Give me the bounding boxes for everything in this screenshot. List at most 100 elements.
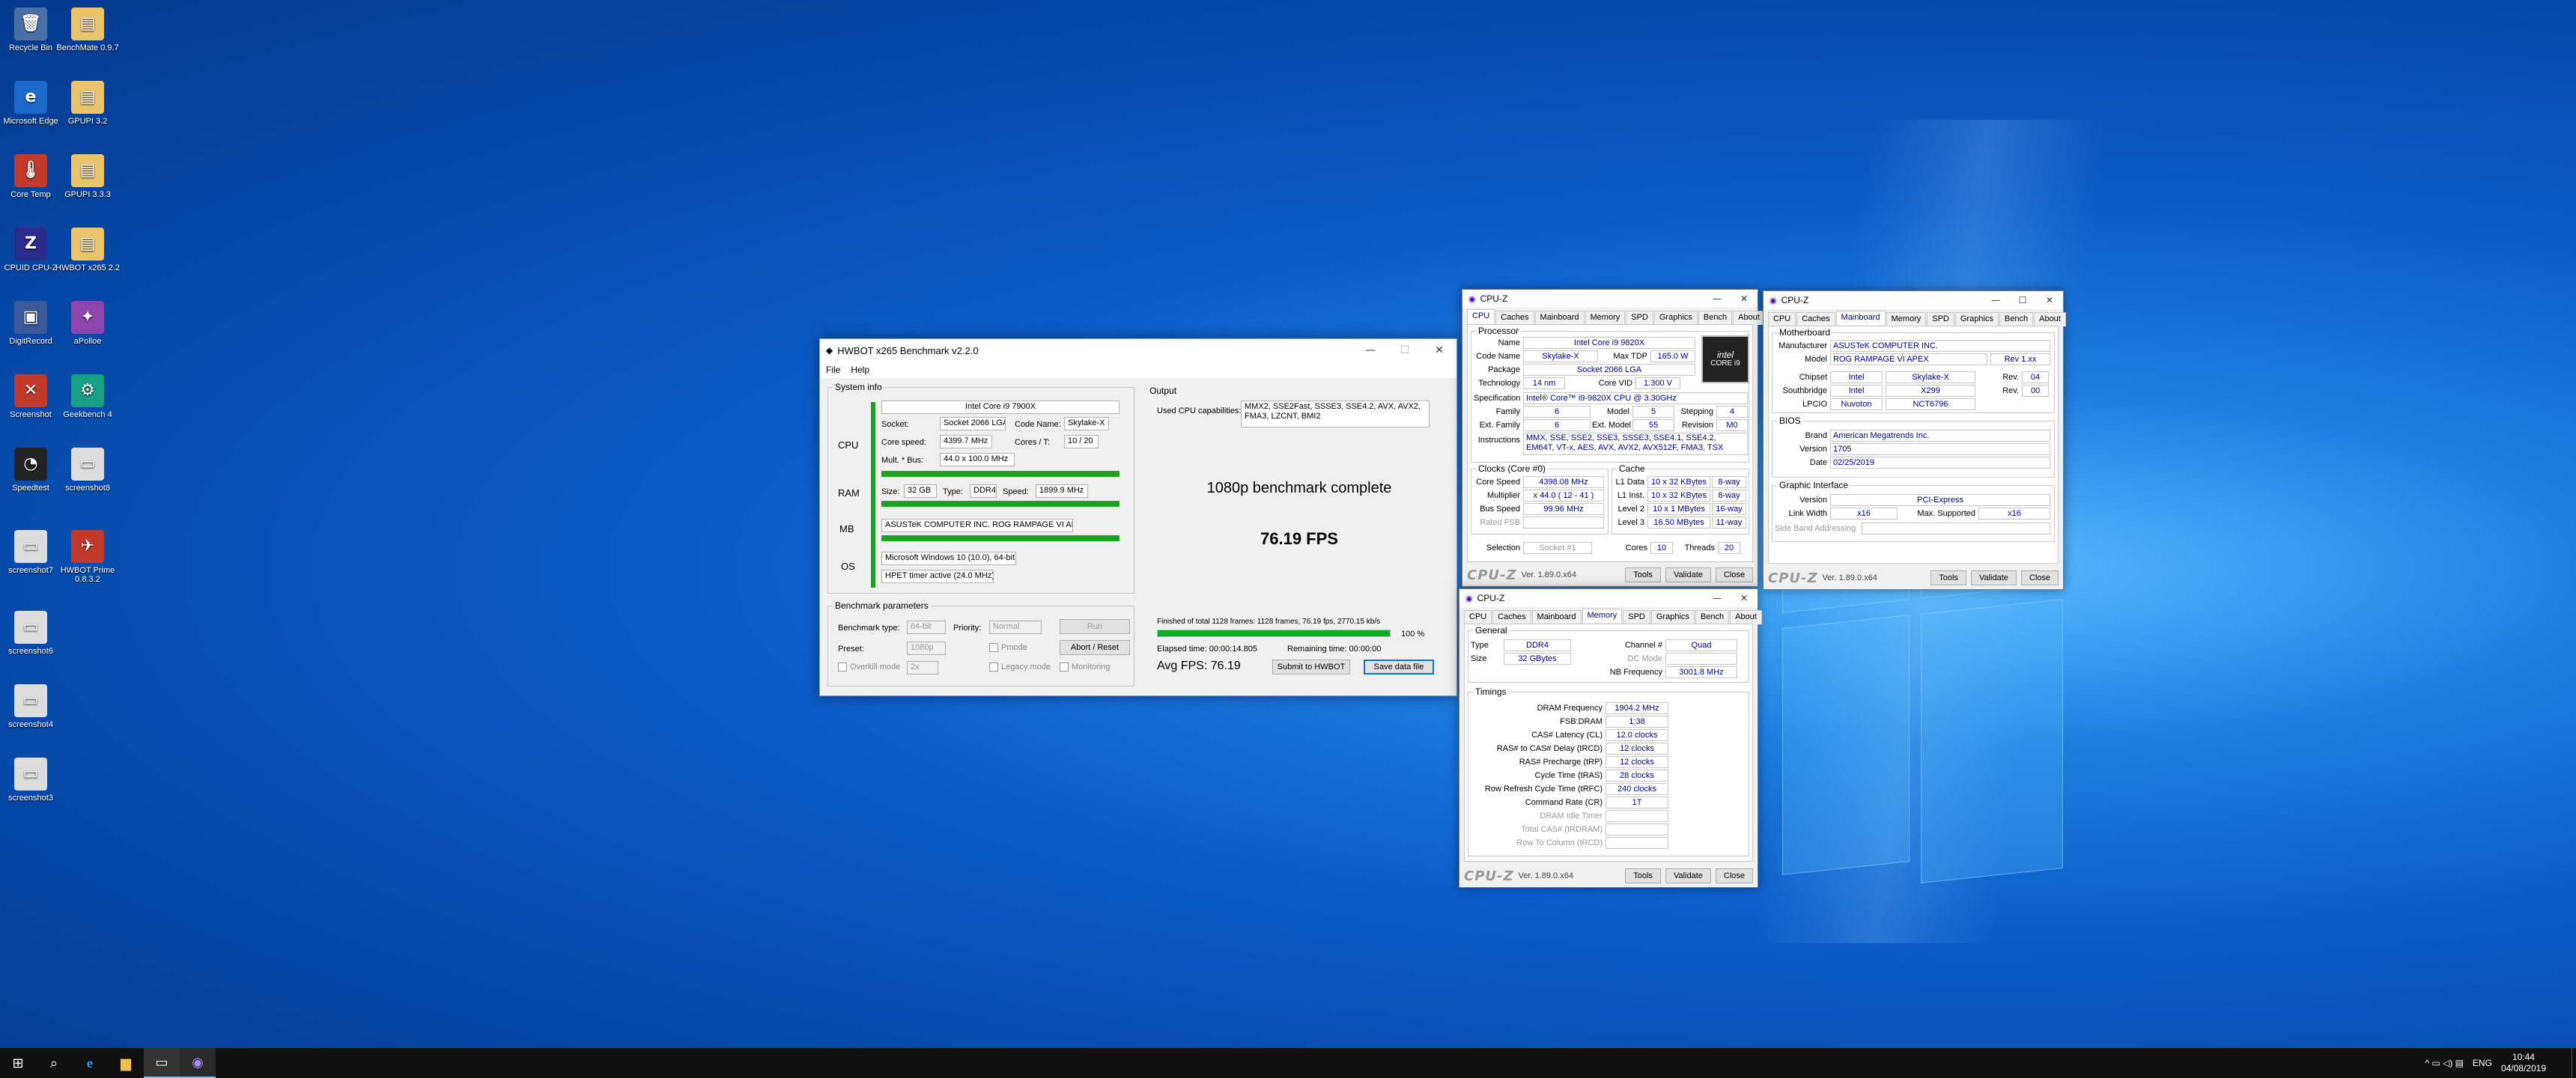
tab-about[interactable]: About bbox=[1730, 610, 1762, 624]
abort-reset-button[interactable]: Abort / Reset bbox=[1060, 640, 1130, 655]
tab-cpu[interactable]: CPU bbox=[1467, 309, 1495, 323]
desktop-icon[interactable]: ✦ aPolloe bbox=[54, 301, 121, 346]
maximize-button[interactable]: ☐ bbox=[1388, 339, 1422, 362]
l1i-label: L1 Inst. bbox=[1617, 491, 1644, 500]
tab-spd[interactable]: SPD bbox=[1623, 610, 1650, 624]
tab-caches[interactable]: Caches bbox=[1492, 610, 1531, 624]
close-button[interactable]: ✕ bbox=[2036, 291, 2063, 309]
submit-hwbot-button[interactable]: Submit to HWBOT bbox=[1272, 660, 1350, 674]
cpuz-cpu-window: ◉ CPU-Z — ✕ CPU Caches Mainboard Memory … bbox=[1462, 289, 1765, 587]
desktop-icon[interactable]: ▤ GPUPI 3.3.3 bbox=[54, 154, 121, 199]
minimize-button[interactable]: — bbox=[1353, 339, 1388, 362]
tab-memory[interactable]: Memory bbox=[1582, 609, 1623, 623]
legacy-checkbox[interactable]: Legacy mode bbox=[989, 663, 1051, 672]
tools-button[interactable]: Tools bbox=[1625, 868, 1661, 883]
tools-button[interactable]: Tools bbox=[1931, 570, 1966, 585]
close-button[interactable]: Close bbox=[2020, 570, 2059, 585]
cpuz-taskbar-icon[interactable]: ◉ bbox=[180, 1048, 216, 1078]
manu-label: Manufacturer bbox=[1778, 341, 1827, 350]
minimize-button[interactable]: — bbox=[1704, 290, 1731, 308]
tab-spd[interactable]: SPD bbox=[1927, 312, 1954, 326]
search-icon[interactable]: ⌕ bbox=[36, 1048, 72, 1078]
tab-mainboard[interactable]: Mainboard bbox=[1835, 311, 1886, 325]
tab-cpu[interactable]: CPU bbox=[1464, 610, 1492, 624]
close-button[interactable]: Close bbox=[1715, 868, 1753, 883]
close-button[interactable]: ✕ bbox=[1731, 589, 1758, 607]
tab-graphics[interactable]: Graphics bbox=[1653, 311, 1698, 325]
tab-caches[interactable]: Caches bbox=[1796, 312, 1835, 326]
priority-select[interactable]: Normal bbox=[989, 621, 1042, 634]
overkill-select[interactable]: 2x bbox=[907, 661, 938, 674]
preset-select[interactable]: 1080p bbox=[907, 642, 946, 655]
selection-select[interactable]: Socket #1 bbox=[1523, 542, 1592, 554]
minimize-button[interactable]: — bbox=[1704, 589, 1731, 607]
desktop-icon[interactable]: ▤ HWBOT x265 2.2 bbox=[54, 228, 121, 272]
l1i-way: 8-way bbox=[1712, 490, 1746, 502]
tab-mainboard[interactable]: Mainboard bbox=[1534, 311, 1585, 325]
tab-memory[interactable]: Memory bbox=[1886, 312, 1927, 326]
desktop-icon[interactable]: ▤ BenchMate 0.9.7 bbox=[54, 7, 121, 52]
monitoring-checkbox[interactable]: Monitoring bbox=[1060, 663, 1110, 672]
tab-cpu[interactable]: CPU bbox=[1768, 312, 1796, 326]
monitoring-label: Monitoring bbox=[1072, 663, 1111, 672]
name-label: Name bbox=[1498, 338, 1520, 347]
tab-bench[interactable]: Bench bbox=[1999, 312, 2034, 326]
cpuz-titlebar[interactable]: ◉ CPU-Z — ✕ bbox=[1459, 589, 1758, 607]
edge-icon[interactable]: e bbox=[72, 1048, 108, 1078]
checkbox-box bbox=[989, 643, 998, 652]
tab-bench[interactable]: Bench bbox=[1695, 610, 1730, 624]
tab-mainboard[interactable]: Mainboard bbox=[1531, 610, 1582, 624]
desktop-icon-image: ✕ bbox=[14, 374, 47, 407]
desktop-icon[interactable]: ▭ screenshot8 bbox=[54, 448, 121, 493]
system-info-label: System info bbox=[833, 382, 884, 392]
timing-label: CAS# Latency (CL) bbox=[1531, 731, 1603, 740]
desktop-icon[interactable]: ▭ screenshot4 bbox=[0, 684, 64, 729]
tdp-value: 165.0 W bbox=[1650, 350, 1695, 362]
type-label: Type bbox=[1471, 641, 1489, 650]
desktop-icon-label: screenshot8 bbox=[65, 484, 110, 493]
validate-button[interactable]: Validate bbox=[1665, 868, 1711, 883]
hwbot-titlebar[interactable]: ◆ HWBOT x265 Benchmark v2.2.0 — ☐ ✕ bbox=[820, 339, 1456, 362]
desktop-icon[interactable]: ✈ HWBOT Prime 0.8.3.2 bbox=[54, 530, 121, 584]
tab-caches[interactable]: Caches bbox=[1495, 311, 1534, 325]
start-button[interactable]: ⊞ bbox=[0, 1048, 36, 1078]
tab-graphics[interactable]: Graphics bbox=[1650, 610, 1695, 624]
desktop-icon[interactable]: ▤ GPUPI 3.2 bbox=[54, 81, 121, 126]
hwbot-taskbar-icon[interactable]: ▭ bbox=[144, 1048, 180, 1078]
tab-about[interactable]: About bbox=[1733, 311, 1765, 325]
tools-button[interactable]: Tools bbox=[1625, 567, 1661, 582]
cpuz-titlebar[interactable]: ◉ CPU-Z — ✕ bbox=[1462, 290, 1758, 308]
tray-icons[interactable]: ^ ▭ ◁) ▤ bbox=[2425, 1058, 2464, 1068]
bench-type-select[interactable]: 64-bit bbox=[907, 621, 946, 634]
show-desktop-button[interactable] bbox=[2572, 1048, 2576, 1078]
pmode-checkbox[interactable]: Pmode bbox=[989, 643, 1027, 652]
close-button[interactable]: ✕ bbox=[1731, 290, 1758, 308]
menu-help[interactable]: Help bbox=[851, 365, 869, 375]
run-button[interactable]: Run bbox=[1060, 619, 1130, 634]
revision-value: M0 bbox=[1716, 419, 1748, 431]
validate-button[interactable]: Validate bbox=[1665, 567, 1711, 582]
validate-button[interactable]: Validate bbox=[1970, 570, 2017, 585]
desktop-icon[interactable]: ▭ screenshot3 bbox=[0, 758, 64, 803]
menu-file[interactable]: File bbox=[826, 365, 840, 375]
cpuz-titlebar[interactable]: ◉ CPU-Z — ☐ ✕ bbox=[1764, 291, 2063, 309]
desktop-icon[interactable]: ▭ screenshot6 bbox=[0, 611, 64, 656]
dc-mode-label: DC Mode bbox=[1627, 654, 1662, 663]
cpuz-icon: ◉ bbox=[1468, 294, 1476, 304]
timing-value bbox=[1606, 837, 1668, 849]
tab-graphics[interactable]: Graphics bbox=[1954, 312, 1999, 326]
language-indicator[interactable]: ENG bbox=[2473, 1058, 2492, 1068]
close-button[interactable]: Close bbox=[1715, 567, 1753, 582]
clock[interactable]: 10:44 04/08/2019 bbox=[2501, 1052, 2546, 1074]
maximize-button[interactable]: ☐ bbox=[2009, 291, 2036, 309]
desktop-icon[interactable]: ⚙ Geekbench 4 bbox=[54, 374, 121, 419]
save-data-button[interactable]: Save data file bbox=[1364, 660, 1434, 674]
tab-about[interactable]: About bbox=[2034, 312, 2066, 326]
tab-memory[interactable]: Memory bbox=[1585, 311, 1626, 325]
close-button[interactable]: ✕ bbox=[1422, 339, 1456, 362]
file-explorer-icon[interactable]: ▆ bbox=[108, 1048, 144, 1078]
minimize-button[interactable]: — bbox=[1982, 291, 2009, 309]
tab-spd[interactable]: SPD bbox=[1626, 311, 1653, 325]
overkill-checkbox[interactable]: Overkill mode bbox=[838, 663, 900, 672]
tab-bench[interactable]: Bench bbox=[1698, 311, 1733, 325]
